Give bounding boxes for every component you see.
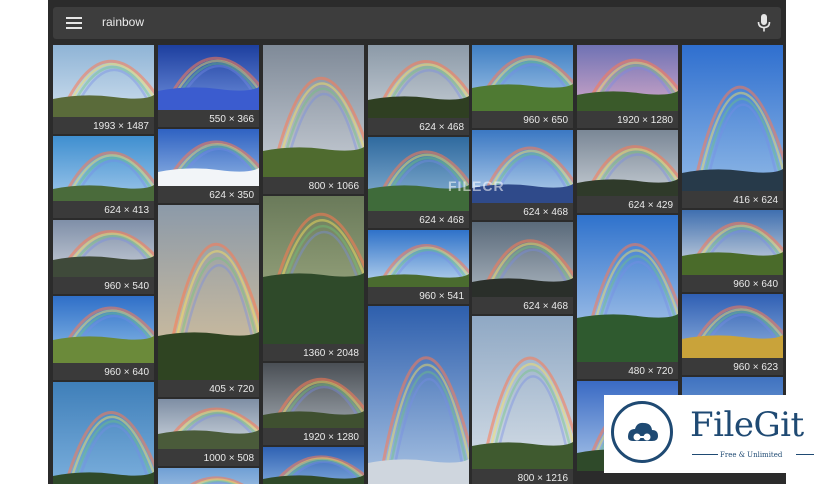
rainbow-thumbnail[interactable] [577, 130, 678, 196]
image-dimensions-label: 624 × 413 [104, 205, 149, 216]
image-dimensions-label: 960 × 640 [733, 279, 778, 290]
filegit-logo-badge: FileGit Free & Unlimited [604, 395, 817, 473]
image-dimensions-label: 624 × 350 [209, 190, 254, 201]
rainbow-thumbnail[interactable] [472, 316, 573, 469]
rainbow-thumbnail[interactable] [158, 468, 259, 484]
rainbow-thumbnail[interactable] [682, 45, 783, 191]
rainbow-thumbnail[interactable] [263, 45, 364, 177]
rainbow-thumbnail[interactable] [158, 399, 259, 449]
image-dimensions-label: 1360 × 2048 [303, 348, 359, 359]
image-result-tile[interactable]: 800 × 1066 [263, 45, 364, 194]
rainbow-thumbnail[interactable] [158, 205, 259, 380]
image-dimensions-label: 960 × 540 [104, 281, 149, 292]
filegit-tagline: Free & Unlimited [720, 451, 783, 459]
divider [796, 454, 814, 455]
image-result-tile[interactable]: 960 × 540 [53, 220, 154, 294]
image-result-tile[interactable]: 624 × 429 [577, 130, 678, 213]
image-dimensions-label: 624 × 468 [523, 207, 568, 218]
image-dimensions-label: 405 × 720 [209, 384, 254, 395]
image-dimensions-label: 800 × 1216 [517, 473, 568, 484]
image-result-tile[interactable] [158, 468, 259, 484]
image-result-tile[interactable]: 960 × 623 [682, 294, 783, 375]
search-bar[interactable]: rainbow [53, 7, 781, 39]
image-dimensions-label: 416 × 624 [733, 195, 778, 206]
image-result-tile[interactable]: 1993 × 1487 [53, 45, 154, 134]
image-dimensions-label: 1993 × 1487 [93, 121, 149, 132]
image-result-tile[interactable]: 800 × 1216 [472, 316, 573, 484]
image-dimensions-label: 624 × 429 [628, 200, 673, 211]
rainbow-thumbnail[interactable] [53, 296, 154, 363]
image-dimensions-label: 480 × 720 [628, 366, 673, 377]
image-result-tile[interactable]: 405 × 720 [158, 205, 259, 397]
image-dimensions-label: 550 × 366 [209, 114, 254, 125]
image-dimensions-label: 1920 × 1280 [617, 115, 673, 126]
image-dimensions-label: 1000 × 508 [203, 453, 254, 464]
image-dimensions-label: 1920 × 1280 [303, 432, 359, 443]
image-dimensions-label: 624 × 468 [419, 122, 464, 133]
rainbow-thumbnail[interactable] [53, 45, 154, 117]
image-result-tile[interactable]: 960 × 640 [682, 210, 783, 292]
image-result-tile[interactable]: 1920 × 1280 [263, 363, 364, 445]
rainbow-thumbnail[interactable] [263, 196, 364, 344]
image-result-tile[interactable] [263, 447, 364, 484]
rainbow-thumbnail[interactable] [263, 447, 364, 484]
rainbow-thumbnail[interactable] [53, 382, 154, 484]
image-result-tile[interactable]: 480 × 720 [577, 215, 678, 379]
rainbow-thumbnail[interactable] [472, 222, 573, 297]
image-dimensions-label: 624 × 468 [523, 301, 568, 312]
image-result-tile[interactable]: 416 × 624 [682, 45, 783, 208]
image-dimensions-label: 960 × 623 [733, 362, 778, 373]
rainbow-thumbnail[interactable] [53, 136, 154, 201]
image-dimensions-label: 960 × 650 [523, 115, 568, 126]
rainbow-thumbnail[interactable] [472, 45, 573, 111]
rainbow-thumbnail[interactable] [158, 129, 259, 186]
image-dimensions-label: 800 × 1066 [308, 181, 359, 192]
rainbow-thumbnail[interactable] [682, 294, 783, 358]
image-result-tile[interactable] [368, 306, 469, 484]
image-result-tile[interactable]: 624 × 413 [53, 136, 154, 218]
image-dimensions-label: 960 × 640 [104, 367, 149, 378]
rainbow-thumbnail[interactable] [53, 220, 154, 277]
rainbow-thumbnail[interactable] [368, 137, 469, 211]
image-result-tile[interactable]: 960 × 640 [53, 296, 154, 380]
rainbow-thumbnail[interactable] [682, 210, 783, 275]
image-result-tile[interactable]: 1920 × 1280 [577, 45, 678, 128]
rainbow-thumbnail[interactable] [263, 363, 364, 428]
cloud-icon [611, 401, 673, 463]
microphone-icon[interactable] [757, 14, 771, 32]
image-dimensions-label: 960 × 541 [419, 291, 464, 302]
image-result-tile[interactable]: 624 × 468 [368, 45, 469, 135]
image-result-tile[interactable] [53, 382, 154, 484]
image-result-tile[interactable]: 624 × 468 [472, 222, 573, 314]
rainbow-thumbnail[interactable] [368, 306, 469, 484]
rainbow-thumbnail[interactable] [368, 45, 469, 118]
rainbow-thumbnail[interactable] [368, 230, 469, 287]
image-result-tile[interactable]: 1000 × 508 [158, 399, 259, 466]
image-result-tile[interactable]: 624 × 468 [472, 130, 573, 220]
image-result-tile[interactable]: 1360 × 2048 [263, 196, 364, 361]
search-query[interactable]: rainbow [102, 15, 144, 29]
rainbow-thumbnail[interactable] [158, 45, 259, 110]
image-dimensions-label: 624 × 468 [419, 215, 464, 226]
image-result-tile[interactable]: 624 × 350 [158, 129, 259, 203]
image-result-tile[interactable]: 550 × 366 [158, 45, 259, 127]
rainbow-thumbnail[interactable] [577, 215, 678, 362]
filecr-watermark: FILECR [448, 178, 505, 194]
divider [692, 454, 718, 455]
filegit-logo-text: FileGit [690, 405, 804, 445]
rainbow-thumbnail[interactable] [577, 45, 678, 111]
image-result-tile[interactable]: 960 × 650 [472, 45, 573, 128]
image-result-tile[interactable]: 960 × 541 [368, 230, 469, 304]
hamburger-menu-icon[interactable] [66, 15, 82, 31]
